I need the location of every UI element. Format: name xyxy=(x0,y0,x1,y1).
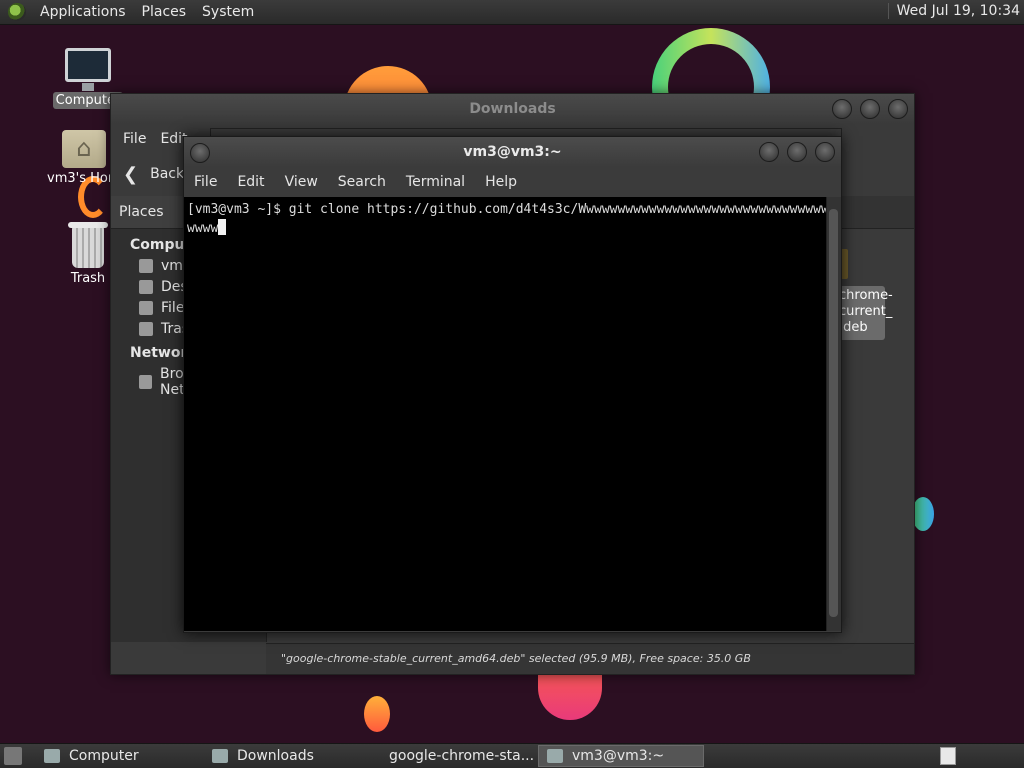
back-arrow-icon[interactable]: ❮ xyxy=(123,164,138,185)
maximize-button[interactable] xyxy=(787,142,807,162)
window-title: vm3@vm3:~ xyxy=(463,144,562,160)
maximize-button[interactable] xyxy=(860,99,880,119)
terminal-output[interactable]: [vm3@vm3 ~]$ git clone https://github.co… xyxy=(184,197,827,631)
task-terminal[interactable]: vm3@vm3:~ xyxy=(538,745,704,767)
computer-icon xyxy=(65,48,111,91)
applications-menu[interactable]: Applications xyxy=(32,4,134,20)
window-menu-button[interactable] xyxy=(190,143,210,163)
status-bar: "google-chrome-stable_current_amd64.deb"… xyxy=(266,643,914,674)
folder-icon xyxy=(212,749,228,763)
window-title: Downloads xyxy=(469,101,556,117)
task-chrome-installer[interactable]: google-chrome-sta... xyxy=(372,745,538,767)
close-button[interactable] xyxy=(888,99,908,119)
wallpaper-shape xyxy=(364,696,390,732)
window-titlebar[interactable]: vm3@vm3:~ xyxy=(184,137,841,167)
selected-file-label[interactable]: chrome- current_ .deb xyxy=(835,286,893,340)
terminal-line: wwww xyxy=(187,219,827,238)
desktop-icon xyxy=(139,280,153,294)
scrollbar-thumb[interactable] xyxy=(829,209,838,617)
bottom-panel: Computer Downloads google-chrome-sta... … xyxy=(0,743,1024,768)
terminal-line: [vm3@vm3 ~]$ git clone https://github.co… xyxy=(187,202,827,217)
top-panel: Applications Places System Wed Jul 19, 1… xyxy=(0,0,1024,25)
terminal-icon xyxy=(547,749,563,763)
trash-icon xyxy=(139,322,153,336)
network-icon xyxy=(139,375,153,389)
menu-file[interactable]: File xyxy=(194,174,217,190)
menubar: File Edit View Search Terminal Help xyxy=(184,167,841,197)
wallpaper-shape xyxy=(912,497,934,531)
home-icon xyxy=(139,259,153,273)
menu-help[interactable]: Help xyxy=(485,174,517,190)
back-button[interactable]: Back xyxy=(150,166,184,182)
menu-file[interactable]: File xyxy=(123,131,146,147)
trash-icon xyxy=(68,222,108,268)
task-computer[interactable]: Computer xyxy=(36,745,204,767)
scrollbar[interactable] xyxy=(826,197,841,631)
drive-icon xyxy=(139,301,153,315)
window-titlebar[interactable]: Downloads xyxy=(111,94,914,124)
task-downloads[interactable]: Downloads xyxy=(204,745,372,767)
minimize-button[interactable] xyxy=(832,99,852,119)
minimize-button[interactable] xyxy=(759,142,779,162)
home-folder-icon xyxy=(62,130,106,168)
terminal-window[interactable]: vm3@vm3:~ File Edit View Search Terminal… xyxy=(183,136,842,633)
menu-search[interactable]: Search xyxy=(338,174,386,190)
terminal-line-text: wwww xyxy=(187,221,219,236)
menu-edit[interactable]: Edit xyxy=(237,174,264,190)
task-label: Downloads xyxy=(237,748,314,764)
desktop-icon-label: Trash xyxy=(70,271,106,286)
clock[interactable]: Wed Jul 19, 10:34 xyxy=(887,3,1020,19)
system-menu[interactable]: System xyxy=(194,4,262,20)
show-desktop-icon[interactable] xyxy=(4,747,22,765)
workspace-switcher[interactable] xyxy=(940,747,956,765)
distro-logo-icon[interactable] xyxy=(8,3,26,21)
computer-icon xyxy=(44,749,60,763)
task-label: vm3@vm3:~ xyxy=(572,748,665,764)
text-cursor xyxy=(218,219,227,235)
menu-terminal[interactable]: Terminal xyxy=(406,174,465,190)
task-label: google-chrome-sta... xyxy=(389,748,535,764)
places-menu[interactable]: Places xyxy=(134,4,195,20)
task-label: Computer xyxy=(69,748,139,764)
menu-view[interactable]: View xyxy=(285,174,318,190)
close-button[interactable] xyxy=(815,142,835,162)
